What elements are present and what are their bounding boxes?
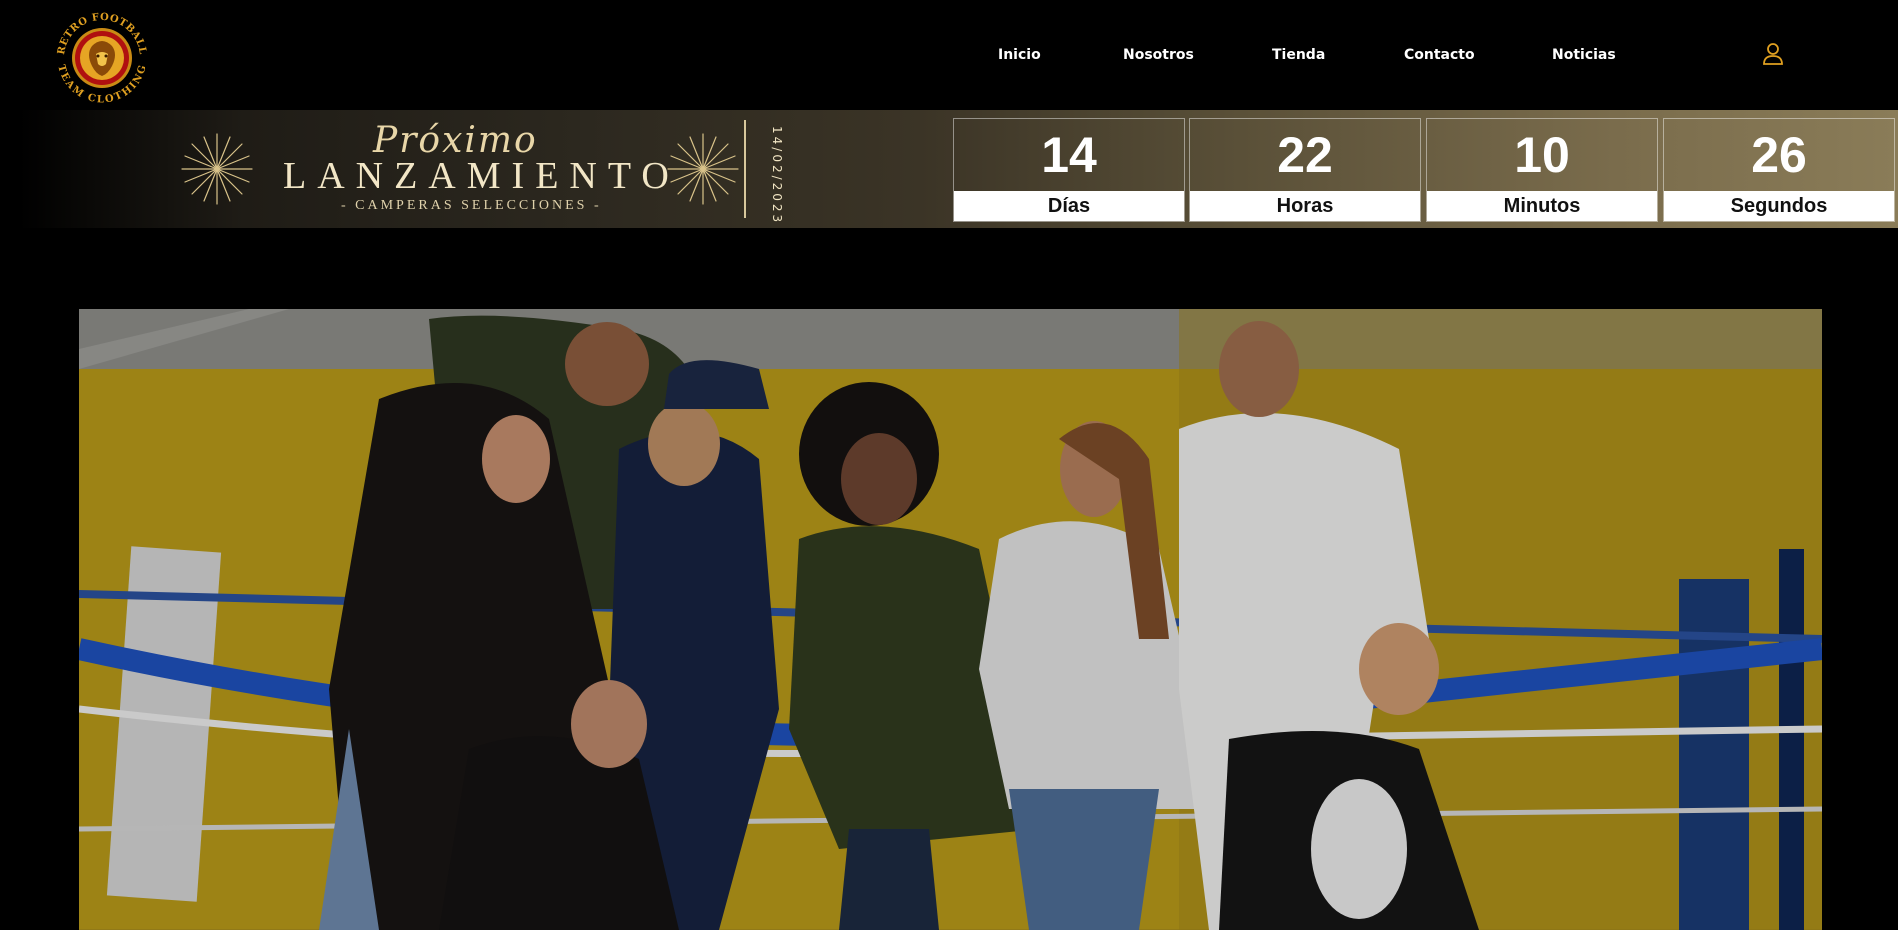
countdown-seconds-label: Segundos [1664,191,1894,221]
countdown-minutes-label: Minutos [1427,191,1657,221]
nav-link-inicio[interactable]: Inicio [998,44,1041,66]
main-nav: Inicio Nosotros Tienda Contacto Noticias [0,44,1898,68]
countdown-hours-value: 22 [1277,127,1333,183]
countdown-minutes-value: 10 [1514,127,1570,183]
countdown-seconds-value: 26 [1751,127,1807,183]
countdown-hours-label: Horas [1190,191,1420,221]
firework-icon [667,133,739,205]
countdown-days-value: 14 [1041,127,1097,183]
firework-icon [181,133,253,205]
countdown-seconds: 26 Segundos [1663,118,1895,222]
nav-link-nosotros[interactable]: Nosotros [1123,44,1194,66]
models-in-boxing-ring-photo [79,309,1822,930]
user-icon[interactable] [1762,42,1784,66]
nav-link-tienda[interactable]: Tienda [1272,44,1325,66]
countdown-days-label: Días [954,191,1184,221]
launch-date: 14/02/2023 [770,126,784,226]
countdown-minutes: 10 Minutos [1426,118,1658,222]
launch-subtitle: - CAMPERAS SELECCIONES - [341,198,602,213]
countdown-hours: 22 Horas [1189,118,1421,222]
launch-banner: Próximo LANZAMIENTO - CAMPERAS SELECCION… [18,110,1898,228]
banner-divider [744,120,746,218]
countdown-days: 14 Días [953,118,1185,222]
launch-title: LANZAMIENTO [283,155,680,197]
hero-image [79,309,1822,930]
site-header: RETRO FOOTBALL TEAM CLOTHING Inicio Noso… [0,0,1898,110]
nav-link-contacto[interactable]: Contacto [1404,44,1475,66]
nav-link-noticias[interactable]: Noticias [1552,44,1616,66]
